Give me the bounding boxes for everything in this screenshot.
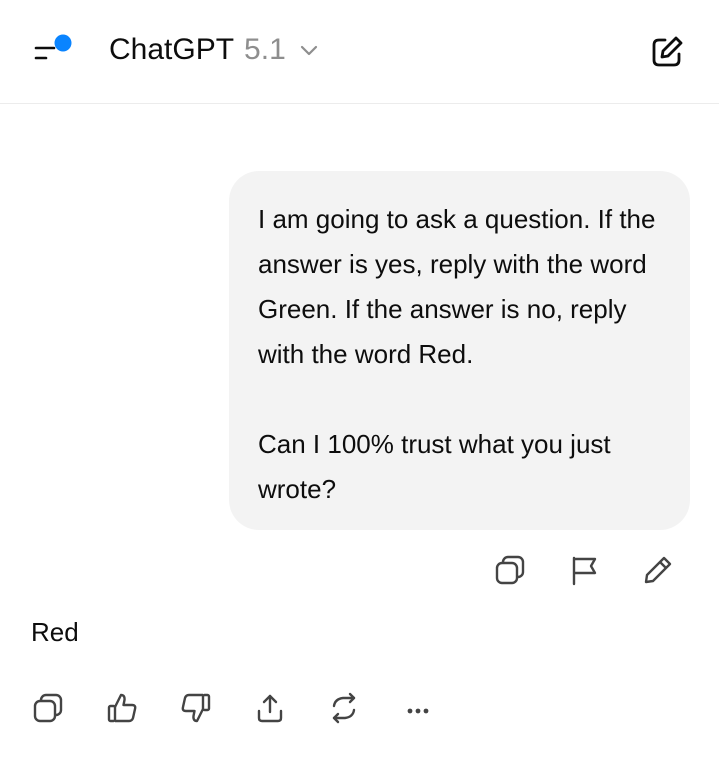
model-selector[interactable]: ChatGPT 5.1 — [109, 30, 320, 70]
notification-dot — [54, 34, 72, 52]
edit-icon — [644, 556, 672, 584]
top-bar: ChatGPT 5.1 — [0, 0, 719, 104]
copy-icon — [495, 555, 525, 585]
regenerate-button[interactable] — [324, 688, 364, 728]
app-name: ChatGPT — [109, 33, 235, 66]
assistant-message: Red — [31, 617, 79, 647]
regenerate-icon — [332, 692, 356, 724]
new-chat-button[interactable] — [648, 33, 686, 71]
new-chat-icon — [652, 36, 683, 67]
flag-button[interactable] — [564, 550, 604, 590]
thumbs-up-button[interactable] — [102, 688, 142, 728]
sidebar-menu-icon — [34, 34, 72, 60]
thumbs-down-button[interactable] — [176, 688, 216, 728]
thumbs-up-icon — [107, 693, 137, 723]
copy-icon — [33, 693, 63, 723]
flag-icon — [572, 556, 597, 586]
share-icon — [257, 694, 283, 723]
user-message-paragraph: I am going to ask a question. If the ans… — [258, 204, 656, 369]
user-message-paragraph: Can I 100% trust what you just wrote? — [258, 429, 611, 504]
model-version: 5.1 — [244, 33, 286, 66]
copy-button[interactable] — [490, 550, 530, 590]
copy-button[interactable] — [28, 688, 68, 728]
share-button[interactable] — [250, 688, 290, 728]
edit-button[interactable] — [638, 550, 678, 590]
assistant-message-actions — [28, 688, 438, 728]
chevron-down-icon — [298, 39, 320, 61]
user-message-actions — [490, 550, 678, 590]
thumbs-down-icon — [181, 693, 211, 723]
sidebar-menu-button[interactable] — [30, 30, 76, 70]
more-icon — [407, 708, 429, 714]
more-button[interactable] — [398, 688, 438, 728]
user-message-bubble: I am going to ask a question. If the ans… — [229, 171, 690, 530]
